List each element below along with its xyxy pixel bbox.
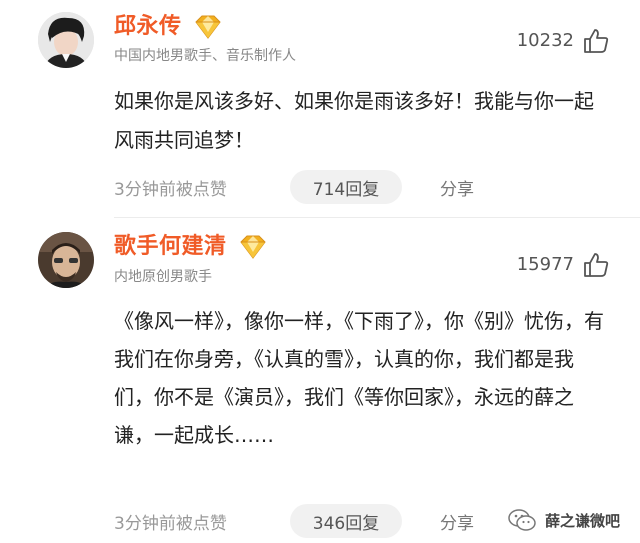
avatar-image: [38, 232, 94, 288]
like-time: 3分钟前被点赞: [114, 179, 227, 200]
share-button[interactable]: 分享: [440, 175, 474, 200]
name-row: 歌手何建清: [114, 232, 269, 262]
avatar-image: [38, 12, 94, 68]
username[interactable]: 歌手何建清: [114, 232, 227, 262]
user-description: 内地原创男歌手: [114, 269, 212, 285]
like-count: 10232: [516, 30, 574, 51]
reply-button[interactable]: 714回复: [290, 170, 402, 204]
like-control[interactable]: 15977: [517, 251, 610, 279]
comment-text: 《像风一样》，像你一样，《下雨了》，你《别》忧伤，有我们在你身旁，《认真的雪》，…: [114, 309, 604, 447]
comment-item: 歌手何建清 内地原创男歌手 15977 《像风一样》，像你一样，《下雨了》，你《…: [0, 218, 640, 543]
avatar[interactable]: [38, 12, 94, 68]
thumbs-up-icon[interactable]: [582, 27, 610, 55]
diamond-badge-icon: [194, 15, 221, 39]
like-count: 15977: [516, 254, 574, 275]
comment-footer: 3分钟前被点赞 346回复 分享: [114, 504, 474, 538]
diamond-badge-icon: [239, 235, 266, 259]
watermark: 薛之谦微吧: [507, 507, 620, 533]
comment-item: 邱永传 中国内地男歌手、音乐制作人 10232 如果你是风该多好、如果你是雨该多…: [0, 0, 640, 218]
like-control[interactable]: 10232: [517, 27, 610, 55]
username[interactable]: 邱永传: [114, 12, 182, 42]
user-description: 中国内地男歌手、音乐制作人: [114, 48, 296, 64]
share-button[interactable]: 分享: [440, 509, 474, 534]
comment-footer: 3分钟前被点赞 714回复 分享: [114, 170, 474, 204]
watermark-text: 薛之谦微吧: [544, 511, 620, 530]
thumbs-up-icon[interactable]: [582, 251, 610, 279]
avatar[interactable]: [38, 232, 94, 288]
comment-text: 如果你是风该多好、如果你是雨该多好！我能与你一起风雨共同追梦！: [114, 89, 594, 152]
like-time: 3分钟前被点赞: [114, 513, 227, 534]
name-row: 邱永传: [114, 12, 224, 42]
wechat-icon: [508, 509, 536, 531]
reply-button[interactable]: 346回复: [290, 504, 402, 538]
